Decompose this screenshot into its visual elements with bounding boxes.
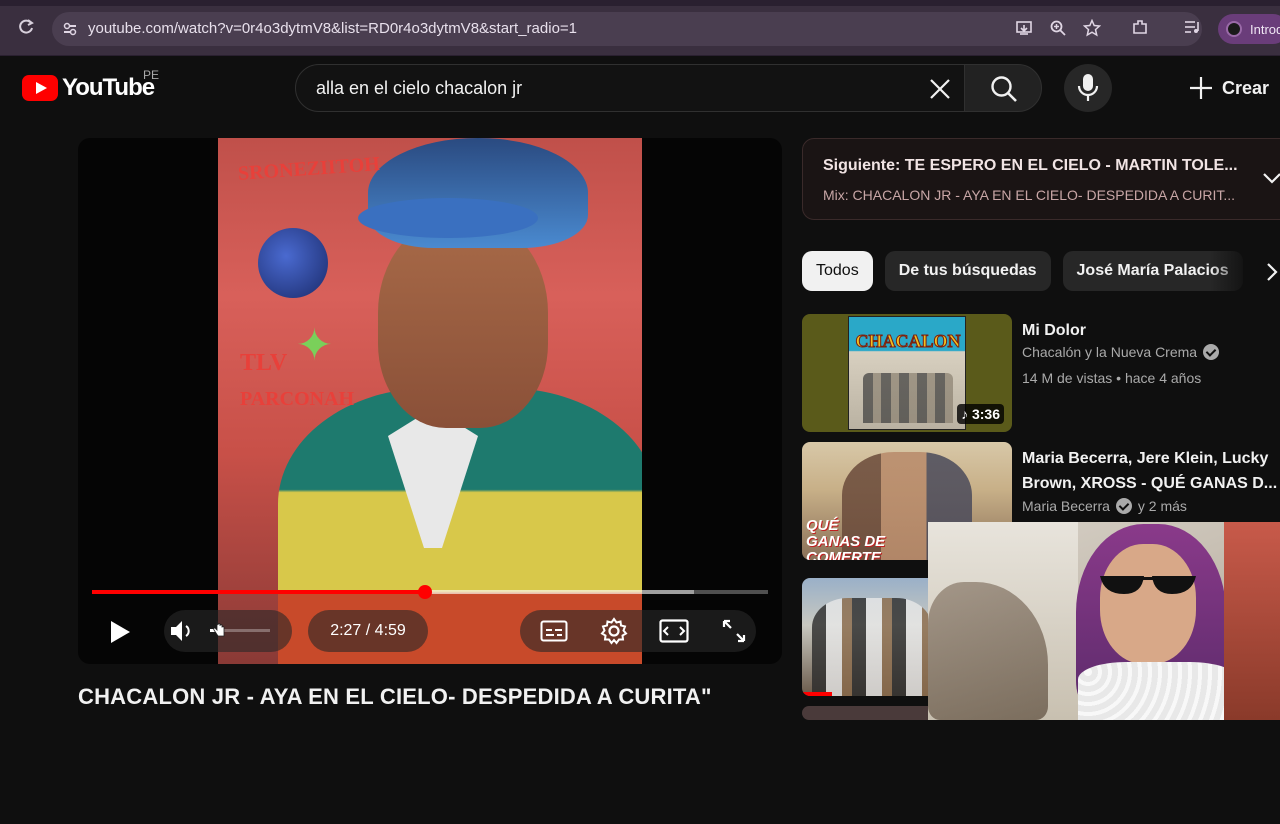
rec-channel[interactable]: Chacalón y la Nueva Crema: [1022, 344, 1220, 360]
gear-icon: [600, 617, 628, 645]
tab-strip: [0, 0, 1280, 6]
theater-icon: [659, 619, 689, 643]
search-button[interactable]: [964, 64, 1042, 112]
reload-icon[interactable]: [16, 18, 36, 38]
sunglasses-icon: [1098, 574, 1198, 596]
webcam-face: [1100, 544, 1196, 664]
chip-de-tus-busquedas[interactable]: De tus búsquedas: [884, 251, 1051, 291]
thumb-people: [812, 598, 932, 696]
microphone-icon: [1077, 74, 1099, 101]
rec-title[interactable]: Mi Dolor: [1022, 318, 1280, 343]
album-cover-title: CHACALON: [855, 331, 961, 352]
mute-button[interactable]: [166, 612, 198, 650]
site-info-icon[interactable]: [62, 21, 78, 37]
webcam-overlay: [928, 522, 1280, 720]
progress-played: [92, 590, 426, 594]
star-decoration-icon: ✦: [296, 321, 333, 370]
progress-bar[interactable]: [92, 585, 768, 599]
video-frame: SRONEZIITOH TLV ✦ PARCONAH: [218, 138, 642, 664]
chip-todos[interactable]: Todos: [802, 251, 873, 291]
webcam-top: [1078, 662, 1238, 720]
install-app-icon[interactable]: [1014, 19, 1034, 39]
video-thumbnail[interactable]: CHACALON ♪ 3:36: [802, 314, 1012, 432]
album-cover-people: [863, 373, 953, 423]
fullscreen-icon: [722, 619, 746, 643]
profile-avatar: [1226, 21, 1242, 37]
video-player[interactable]: SRONEZIITOH TLV ✦ PARCONAH 2:27 / 4:59: [78, 138, 782, 664]
verified-icon: [1203, 344, 1220, 360]
rec-channel[interactable]: Maria Becerra y 2 más: [1022, 498, 1187, 514]
webcam-wall-right: [1224, 522, 1280, 720]
fullscreen-button[interactable]: [714, 612, 754, 650]
cursor-hand-icon: [212, 620, 226, 638]
voice-search-button[interactable]: [1064, 64, 1112, 112]
theater-mode-button[interactable]: [654, 612, 694, 650]
video-duration: ♪ 3:36: [957, 404, 1004, 424]
up-next-prefix: Siguiente:: [823, 157, 905, 174]
album-cover: CHACALON: [848, 316, 966, 430]
video-overlay-text-3: PARCONAH: [240, 388, 355, 410]
play-icon: [111, 621, 130, 643]
search-icon: [991, 76, 1017, 102]
filter-chips: Todos De tus búsquedas José María Palaci…: [802, 251, 1280, 291]
youtube-play-icon: [22, 75, 58, 101]
search-query: alla en el cielo chacalon jr: [316, 78, 523, 98]
rec-channel-extra: y 2 más: [1137, 498, 1187, 514]
up-next-card[interactable]: Siguiente: TE ESPERO EN EL CIELO - MARTI…: [802, 138, 1280, 220]
person-face: [378, 218, 548, 428]
rec-channel-name: Maria Becerra: [1022, 498, 1110, 514]
clear-search-icon[interactable]: [924, 73, 956, 105]
media-controls-icon[interactable]: [1182, 18, 1202, 38]
logo-wordmark: YouTube: [62, 74, 155, 101]
plus-icon: [1190, 77, 1212, 99]
thumb-caption: QUÉ GANAS DE COMERTE: [806, 517, 886, 561]
youtube-logo[interactable]: YouTube: [22, 74, 155, 102]
volume-icon: [171, 621, 190, 641]
video-overlay-text-1: SRONEZIITOH: [237, 153, 381, 185]
up-next-title: TE ESPERO EN EL CIELO - MARTIN TOLE...: [904, 157, 1238, 174]
bookmark-star-icon[interactable]: [1082, 18, 1102, 39]
cap-brim: [358, 198, 538, 238]
search-input[interactable]: alla en el cielo chacalon jr: [295, 64, 965, 112]
profile-button[interactable]: Introd: [1218, 14, 1280, 44]
up-next-title-line: Siguiente: TE ESPERO EN EL CIELO - MARTI…: [823, 157, 1238, 175]
chevron-right-icon[interactable]: [1262, 260, 1280, 284]
browser-toolbar: youtube.com/watch?v=0r4o3dytmV8&list=RD0…: [0, 0, 1280, 56]
rec-meta: 14 M de vistas • hace 4 años: [1022, 370, 1202, 386]
up-next-playlist: Mix: CHACALON JR - AYA EN EL CIELO- DESP…: [823, 187, 1236, 203]
video-duration-text: 3:36: [971, 406, 1000, 422]
url-text: youtube.com/watch?v=0r4o3dytmV8&list=RD0…: [88, 20, 578, 37]
play-button[interactable]: [98, 612, 142, 652]
extensions-icon[interactable]: [1130, 18, 1150, 38]
subtitles-icon: [540, 620, 568, 642]
rec-channel-name: Chacalón y la Nueva Crema: [1022, 344, 1198, 360]
address-bar[interactable]: youtube.com/watch?v=0r4o3dytmV8&list=RD0…: [52, 12, 1202, 46]
time-display: 2:27 / 4:59: [330, 622, 406, 639]
create-button[interactable]: Crear: [1176, 66, 1280, 110]
zoom-icon[interactable]: [1048, 19, 1068, 39]
profile-label: Introd: [1250, 21, 1280, 37]
video-overlay-text-2: TLV: [240, 350, 288, 376]
list-item[interactable]: CHACALON ♪ 3:36 Mi Dolor Chacalón y la N…: [802, 314, 1280, 432]
country-code: PE: [143, 68, 160, 82]
subtitles-button[interactable]: [534, 612, 574, 650]
settings-button[interactable]: [594, 612, 634, 650]
video-title: CHACALON JR - AYA EN EL CIELO- DESPEDIDA…: [78, 684, 712, 709]
verified-icon: [1115, 498, 1132, 514]
list-item[interactable]: [802, 706, 1280, 824]
music-note-icon: ♪: [961, 406, 969, 422]
rec-title[interactable]: Maria Becerra, Jere Klein, Lucky Brown, …: [1022, 446, 1280, 496]
thumb-progress: [802, 692, 832, 696]
chevron-down-icon[interactable]: [1261, 167, 1280, 189]
background-helmet: [258, 228, 328, 298]
create-label: Crear: [1222, 77, 1270, 98]
